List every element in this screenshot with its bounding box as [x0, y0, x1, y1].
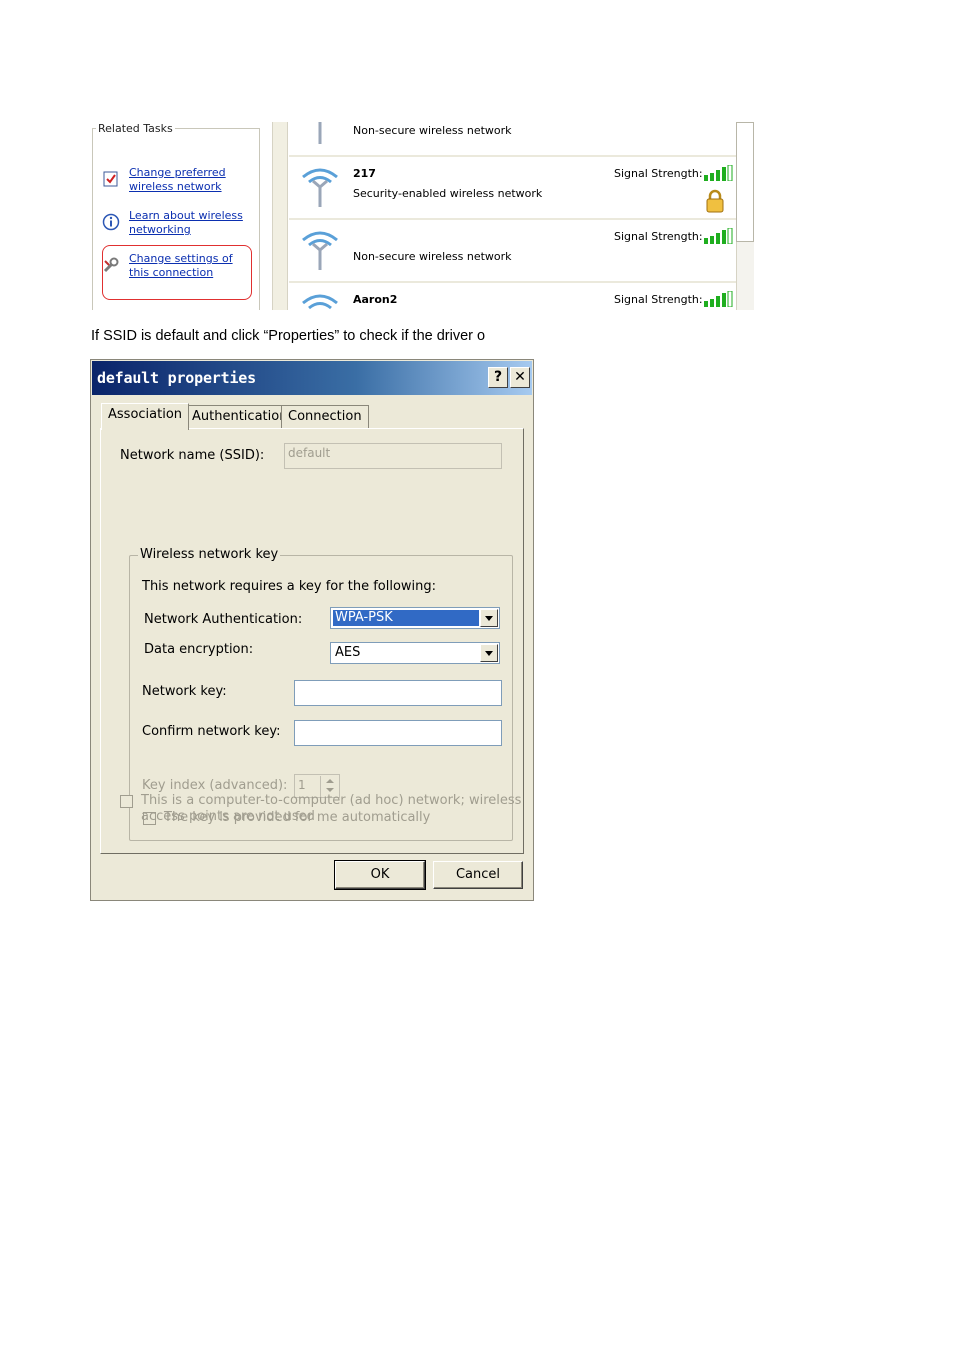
- network-item[interactable]: Non-secure wireless network: [289, 122, 736, 157]
- requires-key-text: This network requires a key for the foll…: [142, 579, 437, 594]
- association-tab-panel: Network name (SSID): default Wireless ne…: [100, 428, 524, 854]
- ok-button[interactable]: OK: [334, 860, 426, 890]
- tab-connection[interactable]: Connection: [281, 405, 369, 429]
- highlight-annotation: [102, 245, 252, 300]
- key-index-value: 1: [298, 778, 306, 792]
- panel-divider: [272, 122, 288, 310]
- wireless-antenna-icon: [302, 168, 338, 207]
- ssid-field: default: [284, 443, 502, 469]
- wireless-antenna-icon: [302, 231, 338, 270]
- chevron-down-icon[interactable]: [480, 609, 498, 627]
- network-security: Non-secure wireless network: [353, 124, 512, 137]
- signal-bars-icon: [704, 228, 733, 244]
- network-security: Security-enabled wireless network: [353, 187, 543, 200]
- network-list: Non-secure wireless network 217 Security…: [289, 122, 736, 310]
- task-change-preferred-network-link[interactable]: Change preferred wireless network: [129, 166, 254, 194]
- task-learn-wireless[interactable]: Learn about wireless networking: [102, 209, 252, 241]
- instruction-caption: If SSID is default and click “Properties…: [91, 328, 486, 344]
- wireless-key-group-title: Wireless network key: [138, 547, 281, 562]
- network-item[interactable]: 217 Security-enabled wireless network Si…: [289, 159, 736, 220]
- network-security: Non-secure wireless network: [353, 250, 512, 263]
- signal-strength-label: Signal Strength:: [614, 230, 703, 243]
- properties-dialog: default properties ? ✕ Association Authe…: [90, 359, 534, 901]
- signal-strength-label: Signal Strength:: [614, 293, 703, 306]
- network-item[interactable]: Aaron2 Signal Strength:: [289, 285, 736, 310]
- wireless-antenna-icon: [318, 122, 322, 144]
- tab-association[interactable]: Association: [101, 403, 190, 430]
- ssid-label: Network name (SSID):: [120, 448, 265, 463]
- data-encryption-value: AES: [335, 645, 361, 660]
- tab-authentication[interactable]: Authentication: [185, 405, 295, 429]
- signal-bars-icon: [704, 165, 733, 181]
- task-change-preferred-network[interactable]: Change preferred wireless network: [102, 166, 252, 198]
- network-name: Aaron2: [353, 293, 398, 306]
- adhoc-checkbox: [120, 795, 133, 808]
- adhoc-label-line2: access points are not used: [141, 809, 315, 824]
- network-authentication-label: Network Authentication:: [144, 612, 303, 627]
- wireless-network-screenshot: Related Tasks Change preferred wireless …: [90, 122, 754, 310]
- network-name: 217: [353, 167, 376, 180]
- network-authentication-select[interactable]: WPA-PSK: [330, 607, 500, 629]
- signal-strength-label: Signal Strength:: [614, 167, 703, 180]
- lock-icon: [706, 189, 724, 213]
- network-key-field[interactable]: [294, 680, 502, 706]
- confirm-key-label: Confirm network key:: [142, 724, 281, 739]
- info-icon: [102, 213, 120, 231]
- network-key-label: Network key:: [142, 684, 227, 699]
- task-learn-wireless-link[interactable]: Learn about wireless networking: [129, 209, 254, 237]
- dialog-title: default properties: [97, 369, 256, 387]
- close-button[interactable]: ✕: [510, 367, 530, 388]
- adhoc-label-line1: This is a computer-to-computer (ad hoc) …: [141, 793, 522, 808]
- key-index-label: Key index (advanced):: [142, 778, 288, 793]
- checklist-icon: [103, 171, 118, 187]
- cancel-button[interactable]: Cancel: [433, 861, 523, 889]
- related-tasks-title: Related Tasks: [96, 122, 175, 135]
- wireless-antenna-icon: [302, 294, 338, 310]
- signal-bars-icon: [704, 291, 733, 307]
- scrollbar-thumb[interactable]: [736, 122, 754, 242]
- chevron-down-icon[interactable]: [480, 644, 498, 662]
- data-encryption-select[interactable]: AES: [330, 642, 500, 664]
- related-tasks-panel: Related Tasks Change preferred wireless …: [90, 122, 262, 310]
- help-button[interactable]: ?: [488, 367, 508, 388]
- network-item[interactable]: Non-secure wireless network Signal Stren…: [289, 222, 736, 283]
- network-authentication-value: WPA-PSK: [333, 610, 479, 626]
- data-encryption-label: Data encryption:: [144, 642, 254, 657]
- dialog-titlebar[interactable]: default properties ? ✕: [92, 361, 532, 395]
- confirm-key-field[interactable]: [294, 720, 502, 746]
